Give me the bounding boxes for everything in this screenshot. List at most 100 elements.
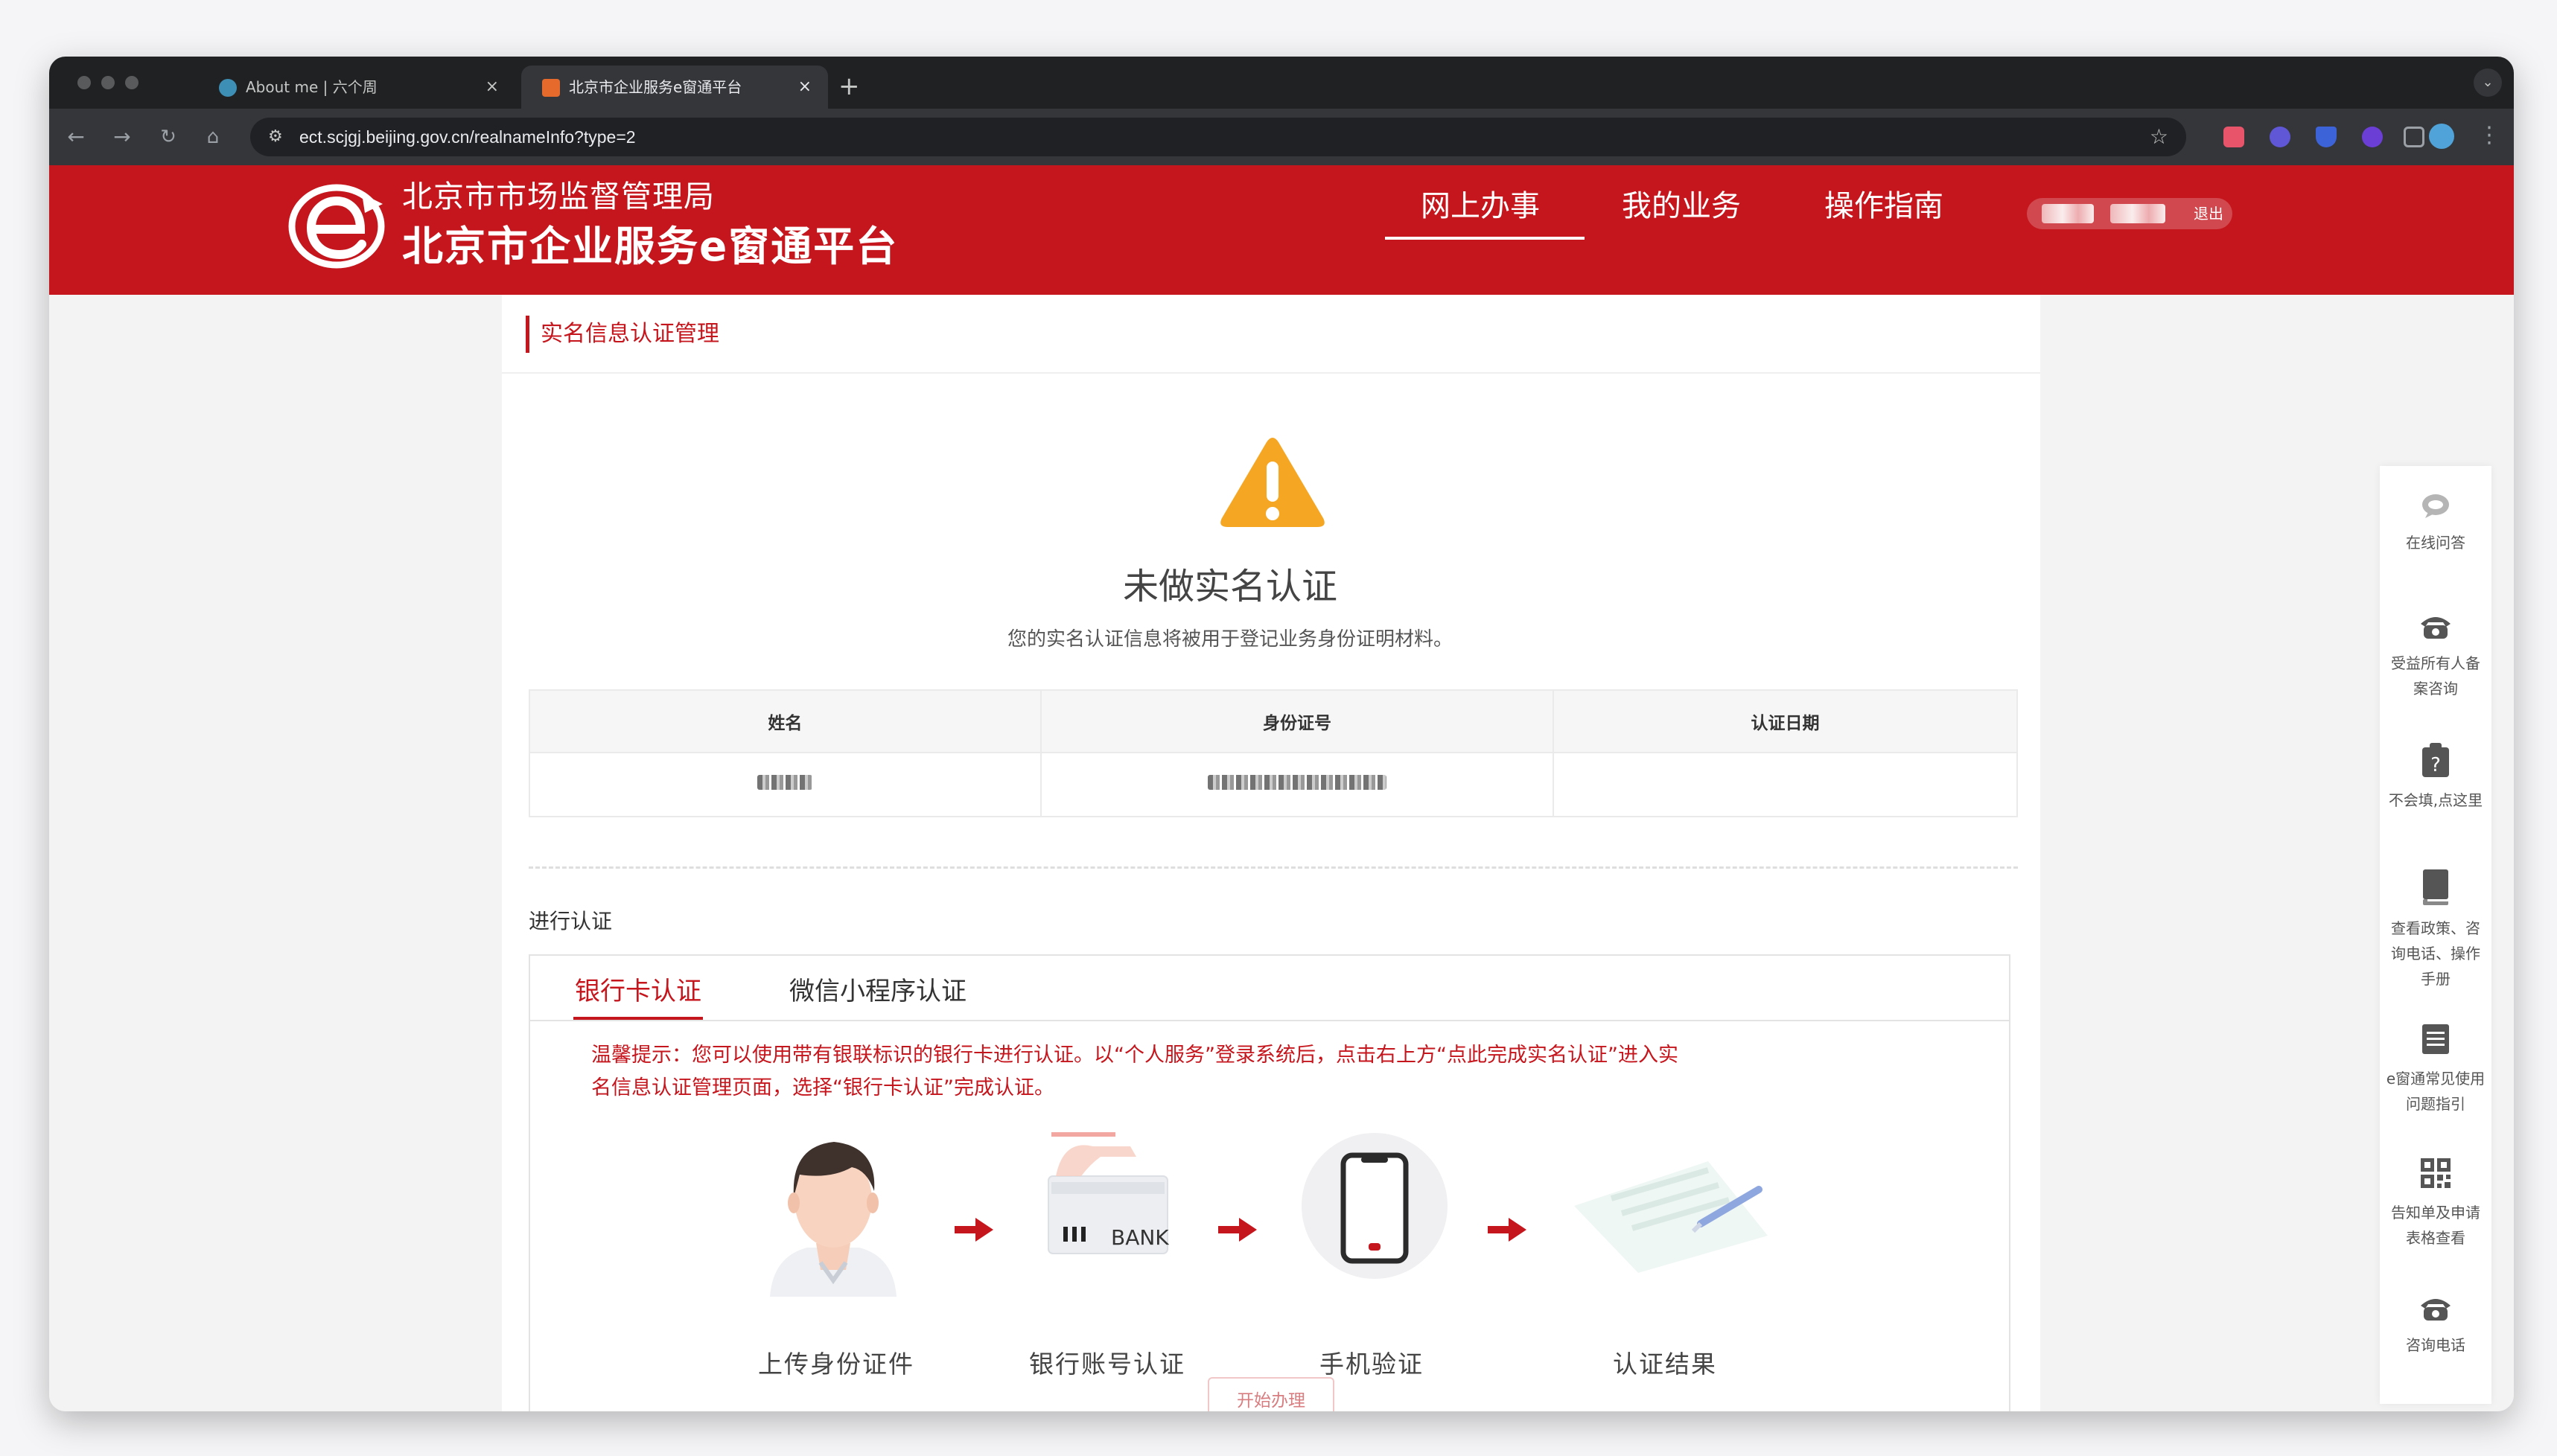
sidebar-label: e窗通常见使用问题指引: [2386, 1070, 2486, 1113]
agency-name: 北京市市场监督管理局: [402, 179, 715, 214]
sidebar-item-faq[interactable]: e窗通常见使用问题指引: [2380, 1023, 2491, 1117]
cell-auth-date: [1553, 752, 2018, 817]
site-header: 北京市市场监督管理局 北京市企业服务e窗通平台 网上办事 我的业务 操作指南 退…: [49, 165, 2514, 295]
auth-result-document-icon: [1574, 1161, 1768, 1273]
reload-icon[interactable]: ↻: [153, 122, 183, 152]
sidebar-label: 不会填,点这里: [2388, 791, 2483, 809]
mobile-phone-icon: [1302, 1133, 1448, 1279]
shield-extension-icon[interactable]: [2316, 127, 2337, 147]
qr-code-icon: [2421, 1158, 2451, 1188]
web-page: 北京市市场监督管理局 北京市企业服务e窗通平台 网上办事 我的业务 操作指南 退…: [49, 165, 2514, 1411]
browser-tab-about[interactable]: About me | 六个周 ×: [198, 66, 515, 109]
column-id-number: 身份证号: [1039, 689, 1555, 753]
profile-avatar[interactable]: [2429, 124, 2454, 149]
logout-link[interactable]: 退出: [2194, 198, 2223, 229]
sidebar-label: 查看政策、咨询电话、操作手册: [2391, 919, 2480, 988]
new-tab-button[interactable]: +: [838, 64, 860, 109]
sidebar-item-forms[interactable]: 告知单及申请表格查看: [2380, 1157, 2491, 1251]
extension-circle-icon[interactable]: [2270, 127, 2290, 147]
breadcrumb-accent: [526, 316, 529, 353]
tab-wechat-mini-program[interactable]: 微信小程序认证: [789, 971, 967, 1007]
document-icon: [2422, 1024, 2449, 1054]
zoom-window-dot[interactable]: [125, 76, 138, 89]
nav-my-business[interactable]: 我的业务: [1622, 182, 1741, 225]
e-window-logo-icon: [288, 184, 385, 269]
bookmark-star-icon[interactable]: ☆: [2150, 118, 2168, 156]
floating-help-sidebar: 在线问答 受益所有人备案咨询 ? 不会填,点这里 查看政策、咨询电话、操作手册 …: [2380, 466, 2491, 1404]
close-tab-icon[interactable]: ×: [485, 66, 499, 109]
window-controls[interactable]: [77, 76, 149, 92]
minimize-window-dot[interactable]: [101, 76, 115, 89]
tip-line: 温馨提示：您可以使用带有银联标识的银行卡进行认证。以“个人服务”登录系统后，点击…: [591, 1044, 1678, 1067]
sidebar-item-fill-help[interactable]: ? 不会填,点这里: [2380, 743, 2491, 813]
chat-bubble-icon: [2422, 494, 2449, 518]
close-tab-icon[interactable]: ×: [798, 66, 812, 109]
arrow-right-icon: [1488, 1218, 1526, 1242]
nav-active-underline: [1385, 237, 1585, 240]
nav-online-services[interactable]: 网上办事: [1421, 182, 1540, 225]
section-label: 进行认证: [529, 909, 613, 933]
site-favicon-icon: [542, 79, 560, 97]
browser-window: About me | 六个周 × 北京市企业服务e窗通平台 × + ⌄ ← → …: [49, 57, 2514, 1411]
step-label: 手机验证: [1319, 1350, 1424, 1379]
url-text[interactable]: ect.scjgj.beijing.gov.cn/realnameInfo?ty…: [299, 118, 636, 156]
telephone-icon: [2421, 1299, 2451, 1321]
sidebar-item-policy[interactable]: 查看政策、咨询电话、操作手册: [2380, 869, 2491, 992]
back-arrow-icon[interactable]: ←: [61, 122, 91, 152]
home-icon[interactable]: ⌂: [198, 122, 228, 152]
book-icon: [2423, 869, 2448, 905]
table-row: [529, 752, 2018, 817]
sidebar-label: 咨询电话: [2406, 1336, 2465, 1354]
more-menu-icon[interactable]: ⋮: [2478, 121, 2500, 150]
redacted-name: [757, 775, 813, 790]
sidebar-item-beneficial-owner[interactable]: 受益所有人备案咨询: [2380, 613, 2491, 701]
auth-info-table: 姓名 身份证号 认证日期: [529, 689, 2018, 817]
user-box[interactable]: 退出: [2027, 198, 2232, 229]
globe-favicon-icon: [219, 79, 237, 97]
nav-operation-guide[interactable]: 操作指南: [1824, 182, 1943, 225]
cell-name-redacted: [529, 752, 1042, 817]
svg-text:?: ?: [2430, 754, 2441, 776]
step-label: 银行账号认证: [1029, 1350, 1185, 1379]
page-title: 实名信息认证管理: [541, 321, 719, 347]
forward-arrow-icon[interactable]: →: [107, 122, 137, 152]
sidebar-label: 受益所有人备案咨询: [2391, 654, 2480, 697]
step-label: 认证结果: [1613, 1350, 1717, 1379]
address-bar[interactable]: ⚙ ect.scjgj.beijing.gov.cn/realnameInfo?…: [250, 118, 2186, 156]
column-auth-date: 认证日期: [1553, 689, 2018, 753]
breadcrumb: 实名信息认证管理: [502, 295, 2040, 374]
arrow-right-icon: [955, 1218, 993, 1242]
cell-id-redacted: [1039, 752, 1555, 817]
username-redacted: [2042, 204, 2094, 223]
question-clipboard-icon: ?: [2422, 743, 2449, 777]
tab-search-chevron-icon[interactable]: ⌄: [2474, 68, 2502, 97]
auth-methods-panel: 银行卡认证 微信小程序认证 温馨提示：您可以使用带有银联标识的银行卡进行认证。以…: [529, 954, 2010, 1411]
browser-toolbar: ← → ↻ ⌂ ⚙ ect.scjgj.beijing.gov.cn/realn…: [49, 109, 2514, 165]
close-window-dot[interactable]: [77, 76, 91, 89]
column-name: 姓名: [529, 689, 1042, 753]
extension-badge-icon[interactable]: [2362, 127, 2383, 147]
translate-extension-icon[interactable]: [2223, 127, 2244, 147]
username-redacted: [2110, 204, 2165, 223]
browser-tab-ewindow[interactable]: 北京市企业服务e窗通平台 ×: [521, 66, 828, 109]
auth-tabs: 银行卡认证 微信小程序认证: [530, 956, 2009, 1021]
sidebar-item-online-qa[interactable]: 在线问答: [2380, 493, 2491, 555]
divider: [529, 866, 2018, 869]
bank-card-icon: BANK: [1048, 1132, 1169, 1254]
puzzle-extensions-icon[interactable]: [2404, 127, 2424, 147]
sidebar-label: 在线问答: [2406, 534, 2465, 552]
tab-title: 北京市企业服务e窗通平台: [569, 78, 742, 96]
tab-active-underline: [573, 1017, 703, 1020]
tip-line: 名信息认证管理页面，选择“银行卡认证”完成认证。: [591, 1076, 1054, 1099]
step-label: 上传身份证件: [758, 1350, 914, 1379]
upload-id-person-icon: [770, 1142, 897, 1297]
tab-bank-card[interactable]: 银行卡认证: [575, 971, 701, 1007]
bank-text: BANK: [1111, 1225, 1169, 1250]
sidebar-item-hotline[interactable]: 咨询电话: [2380, 1295, 2491, 1358]
arrow-right-icon: [1218, 1218, 1257, 1242]
site-settings-icon[interactable]: ⚙: [268, 118, 283, 156]
tab-title: About me | 六个周: [246, 78, 378, 96]
warning-icon: [1220, 438, 1325, 527]
redacted-id-number: [1207, 775, 1386, 790]
start-process-button[interactable]: 开始办理: [1208, 1377, 1334, 1411]
